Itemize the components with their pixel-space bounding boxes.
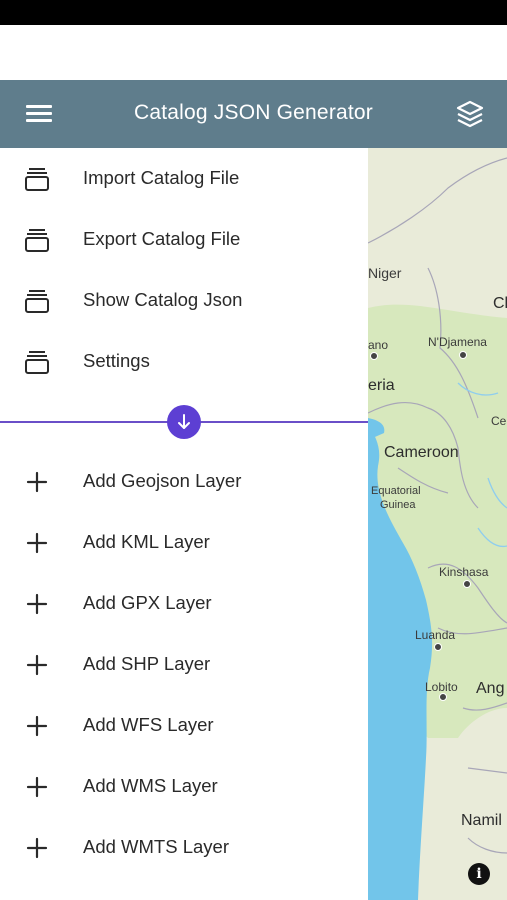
menu-item-label: Show Catalog Json: [83, 289, 243, 310]
plus-icon: [24, 713, 50, 739]
city-dot-lobito: [439, 693, 447, 701]
menu-item-label: Add SHP Layer: [83, 653, 211, 674]
stack-icon: [24, 166, 50, 192]
map-label-luanda: Luanda: [415, 628, 456, 642]
stack-icon: [24, 288, 50, 314]
menu-item-settings[interactable]: Settings: [0, 331, 368, 392]
map-label-eq-guinea-2: Guinea: [380, 499, 416, 511]
menu-item-add-wfs-layer[interactable]: Add WFS Layer: [0, 695, 368, 756]
app-bar: Catalog JSON Generator: [0, 80, 507, 148]
city-dot-kinshasa: [463, 580, 471, 588]
map-label-cameroon: Cameroon: [384, 444, 459, 461]
plus-icon: [24, 469, 50, 495]
stack-icon: [24, 227, 50, 253]
map-label-chad: Cl: [493, 295, 507, 312]
status-bar: [0, 0, 507, 25]
city-dot-luanda: [434, 643, 442, 651]
menu-item-add-wms-layer[interactable]: Add WMS Layer: [0, 756, 368, 817]
map-label-angola: Ang: [476, 680, 505, 697]
menu-item-label: Add KML Layer: [83, 531, 210, 552]
map-label-kinshasa: Kinshasa: [439, 565, 489, 579]
menu-item-label: Import Catalog File: [83, 167, 240, 188]
city-dot-abuja: [370, 352, 378, 360]
menu-item-label: Add WMS Layer: [83, 775, 218, 796]
map-label-car: Ce: [491, 414, 507, 428]
menu-item-add-gpx-layer[interactable]: Add GPX Layer: [0, 573, 368, 634]
menu-item-export-catalog-file[interactable]: Export Catalog File: [0, 209, 368, 270]
menu-item-show-catalog-json[interactable]: Show Catalog Json: [0, 270, 368, 331]
map-info-icon[interactable]: i: [468, 863, 490, 885]
plus-icon: [24, 652, 50, 678]
menu-item-label: Export Catalog File: [83, 228, 241, 249]
map-label-niger: Niger: [368, 265, 402, 281]
menu-item-add-shp-layer[interactable]: Add SHP Layer: [0, 634, 368, 695]
plus-icon: [24, 530, 50, 556]
menu-item-import-catalog-file[interactable]: Import Catalog File: [0, 148, 368, 209]
plus-icon: [24, 591, 50, 617]
map-view[interactable]: Niger Cl ano N'Djamena eria Ce Cameroon …: [368, 148, 507, 900]
menu-item-label: Add Geojson Layer: [83, 470, 242, 491]
map-label-ndjamena: N'Djamena: [428, 335, 487, 349]
arrow-down-icon[interactable]: [167, 405, 201, 439]
menu-item-label: Add GPX Layer: [83, 592, 212, 613]
app-title: Catalog JSON Generator: [133, 101, 373, 124]
map-label-eq-guinea-1: Equatorial: [371, 485, 421, 497]
menu-item-add-wmts-layer[interactable]: Add WMTS Layer: [0, 817, 368, 878]
navigation-drawer: Import Catalog File Export Catalog File Sh…: [0, 148, 368, 900]
map-label-nigeria: eria: [368, 377, 395, 394]
menu-item-label: Add WMTS Layer: [83, 836, 229, 857]
city-dot-ndjamena: [459, 351, 467, 359]
menu-item-label: Settings: [83, 350, 150, 371]
plus-icon: [24, 835, 50, 861]
menu-item-label: Add WFS Layer: [83, 714, 214, 735]
layers-icon[interactable]: [454, 98, 486, 130]
stack-icon: [24, 349, 50, 375]
menu-item-add-geojson-layer[interactable]: Add Geojson Layer: [0, 451, 368, 512]
plus-icon: [24, 774, 50, 800]
map-label-abuja: ano: [368, 338, 389, 352]
map-label-namibia: Namil: [461, 812, 502, 829]
menu-item-add-kml-layer[interactable]: Add KML Layer: [0, 512, 368, 573]
map-label-lobito: Lobito: [425, 680, 458, 694]
